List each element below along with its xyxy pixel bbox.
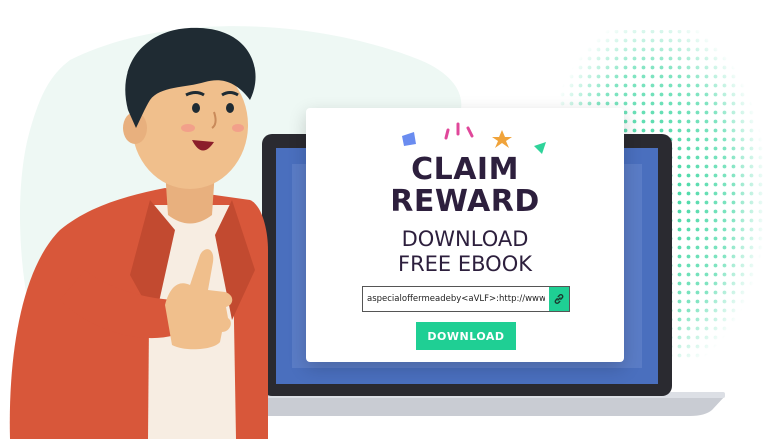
subtitle-free-ebook: FREE EBOOK [397,252,533,276]
link-field-row [362,286,570,312]
copy-link-button[interactable] [549,287,569,311]
subtitle-download: DOWNLOAD [401,227,529,251]
download-button[interactable]: DOWNLOAD [416,322,516,350]
link-icon [553,290,565,309]
title-reward: REWARD [390,184,540,219]
laptop-base [210,396,725,416]
scene: CLAIM REWARD DOWNLOAD FREE EBOOK DOWNLOA… [0,0,768,439]
title-claim: CLAIM [411,152,519,187]
reward-card: CLAIM REWARD DOWNLOAD FREE EBOOK DOWNLOA… [306,108,624,362]
link-input[interactable] [363,288,549,310]
